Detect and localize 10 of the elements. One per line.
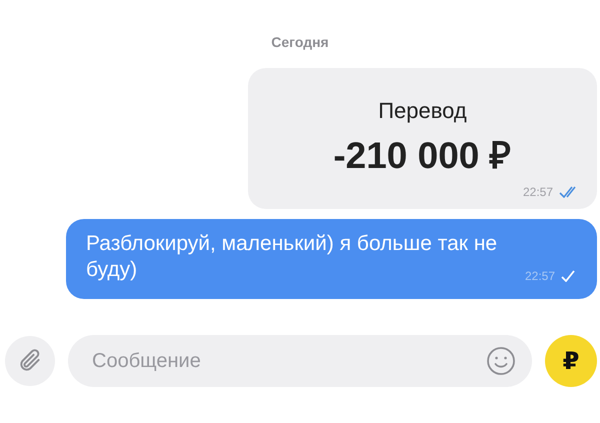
transfer-amount: -210 000 ₽ xyxy=(333,134,512,178)
message-field[interactable]: Сообщение xyxy=(68,335,532,387)
message-time: 22:57 xyxy=(522,185,553,199)
message-time: 22:57 xyxy=(524,269,555,283)
message-text: Разблокируй, маленький) я больше так не буду) xyxy=(86,231,498,283)
money-transfer-button[interactable]: ₽ xyxy=(545,335,597,387)
transfer-title: Перевод xyxy=(378,98,467,124)
date-separator: Сегодня xyxy=(271,34,329,50)
smiley-icon[interactable] xyxy=(486,346,516,376)
attach-button[interactable] xyxy=(5,336,55,386)
